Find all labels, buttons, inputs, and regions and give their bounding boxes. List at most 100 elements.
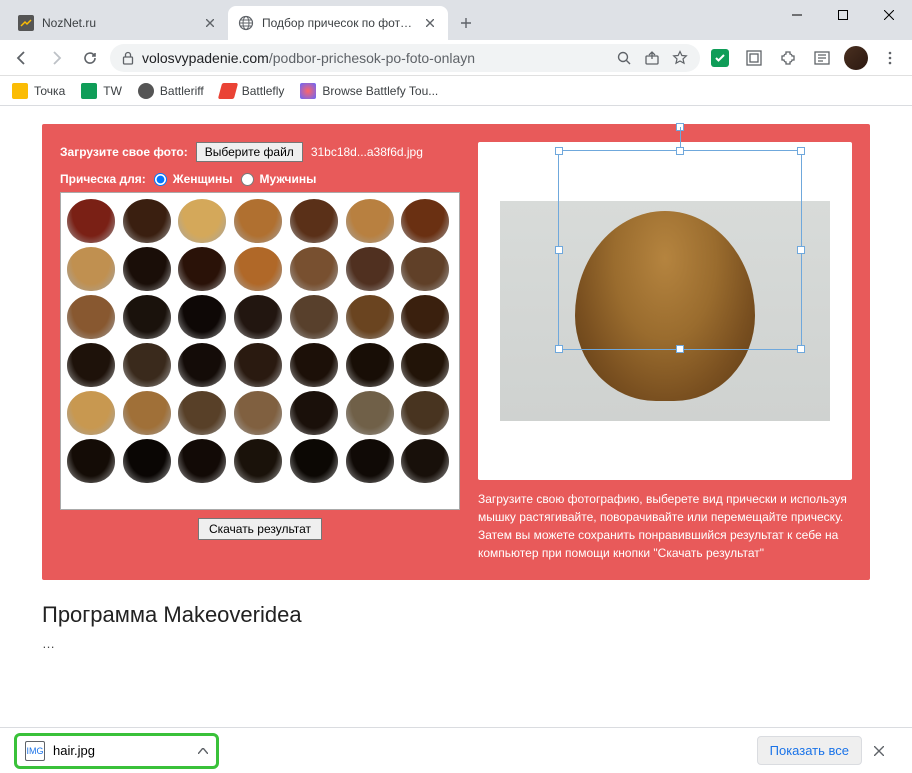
hairstyle-thumbnail[interactable]	[123, 391, 171, 435]
reading-list-icon[interactable]	[808, 44, 836, 72]
window-titlebar: NozNet.ru Подбор причесок по фото онла	[0, 0, 912, 40]
hairstyle-thumbnail[interactable]	[346, 199, 394, 243]
hairstyle-thumbnail[interactable]	[346, 247, 394, 291]
bookmark-item[interactable]: Battlefly	[220, 83, 285, 99]
tab-title: Подбор причесок по фото онла	[262, 16, 414, 30]
choose-file-button[interactable]: Выберите файл	[196, 142, 303, 162]
hairstyle-thumbnail[interactable]	[178, 199, 226, 243]
bookmark-item[interactable]: Browse Battlefy Tou...	[300, 83, 438, 99]
lock-icon	[122, 51, 134, 65]
hairstyle-thumbnail[interactable]	[290, 439, 338, 483]
hairstyle-thumbnail[interactable]	[67, 295, 115, 339]
page-content: Загрузите свое фото: Выберите файл 31bc1…	[0, 106, 912, 727]
hairstyle-thumbnail[interactable]	[234, 439, 282, 483]
hairstyle-thumbnail[interactable]	[401, 199, 449, 243]
hairstyle-thumbnail[interactable]	[234, 247, 282, 291]
hairstyle-thumbnail[interactable]	[401, 439, 449, 483]
hairstyle-thumbnail[interactable]	[178, 391, 226, 435]
forward-button[interactable]	[42, 44, 70, 72]
address-bar[interactable]: volosvypadenie.com/podbor-prichesok-po-f…	[110, 44, 700, 72]
download-bar: IMG hair.jpg Показать все	[0, 727, 912, 773]
hairstyle-thumbnail[interactable]	[178, 343, 226, 387]
tab-close-icon[interactable]	[202, 15, 218, 31]
gender-female-label: Женщины	[173, 172, 233, 186]
tab-favicon	[18, 15, 34, 31]
preview-canvas[interactable]	[478, 142, 852, 480]
gender-male-label: Мужчины	[260, 172, 317, 186]
gender-female-radio[interactable]	[154, 173, 167, 186]
hairstyle-thumbnail[interactable]	[346, 391, 394, 435]
hairstyle-thumbnail[interactable]	[346, 343, 394, 387]
window-controls	[774, 0, 912, 30]
gender-male-radio[interactable]	[241, 173, 254, 186]
gender-row: Прическа для: Женщины Мужчины	[60, 172, 460, 186]
download-item[interactable]: IMG hair.jpg	[14, 733, 219, 769]
hairstyle-thumbnail[interactable]	[290, 343, 338, 387]
hairstyle-thumbnail[interactable]	[178, 439, 226, 483]
tab-title: NozNet.ru	[42, 16, 194, 30]
tab-close-icon[interactable]	[422, 15, 438, 31]
hairstyle-thumbnail[interactable]	[67, 247, 115, 291]
hairstyle-thumbnail[interactable]	[290, 199, 338, 243]
hairstyle-thumbnail[interactable]	[178, 247, 226, 291]
hairstyle-thumbnail[interactable]	[123, 295, 171, 339]
tab-strip: NozNet.ru Подбор причесок по фото онла	[0, 6, 480, 40]
hairstyle-thumbnail[interactable]	[290, 391, 338, 435]
bookmark-item[interactable]: Battleriff	[138, 83, 204, 99]
bookmark-item[interactable]: TW	[81, 83, 122, 99]
minimize-button[interactable]	[774, 0, 820, 30]
maximize-button[interactable]	[820, 0, 866, 30]
download-filename: hair.jpg	[53, 743, 95, 758]
hairstyle-thumbnail[interactable]	[290, 247, 338, 291]
browser-toolbar: volosvypadenie.com/podbor-prichesok-po-f…	[0, 40, 912, 76]
browser-tab[interactable]: NozNet.ru	[8, 6, 228, 40]
hairstyle-thumbnail[interactable]	[346, 295, 394, 339]
hairstyle-thumbnail[interactable]	[123, 439, 171, 483]
browser-tab-active[interactable]: Подбор причесок по фото онла	[228, 6, 448, 40]
hairstyle-thumbnail[interactable]	[67, 439, 115, 483]
hairstyle-thumbnail[interactable]	[67, 199, 115, 243]
hairstyle-thumbnail[interactable]	[346, 439, 394, 483]
gender-label: Прическа для:	[60, 172, 146, 186]
hairstyle-thumbnail[interactable]	[234, 199, 282, 243]
search-in-page-icon[interactable]	[616, 50, 632, 66]
upload-row: Загрузите свое фото: Выберите файл 31bc1…	[60, 142, 460, 162]
hairstyle-thumbnail[interactable]	[234, 343, 282, 387]
selection-box[interactable]	[558, 150, 802, 350]
profile-avatar[interactable]	[842, 44, 870, 72]
hairstyle-thumbnail[interactable]	[401, 343, 449, 387]
reload-button[interactable]	[76, 44, 104, 72]
hairstyle-gallery[interactable]	[60, 192, 460, 510]
extension-adblock-icon[interactable]	[706, 44, 734, 72]
bookmark-item[interactable]: Точка	[12, 83, 65, 99]
instructions-text: Загрузите свою фотографию, выберете вид …	[478, 490, 852, 562]
hairstyle-thumbnail[interactable]	[178, 295, 226, 339]
hairstyle-thumbnail[interactable]	[123, 247, 171, 291]
share-icon[interactable]	[644, 50, 660, 66]
download-result-button[interactable]: Скачать результат	[198, 518, 322, 540]
show-all-downloads-button[interactable]: Показать все	[757, 736, 862, 765]
hairstyle-thumbnail[interactable]	[401, 247, 449, 291]
back-button[interactable]	[8, 44, 36, 72]
hairstyle-thumbnail[interactable]	[290, 295, 338, 339]
hairstyle-app-panel: Загрузите свое фото: Выберите файл 31bc1…	[42, 124, 870, 580]
section-title: Программа Makeoveridea	[42, 602, 870, 628]
hairstyle-thumbnail[interactable]	[234, 391, 282, 435]
hairstyle-thumbnail[interactable]	[67, 343, 115, 387]
hairstyle-thumbnail[interactable]	[67, 391, 115, 435]
hairstyle-thumbnail[interactable]	[123, 343, 171, 387]
extensions-menu-icon[interactable]	[774, 44, 802, 72]
close-window-button[interactable]	[866, 0, 912, 30]
extension-icon[interactable]	[740, 44, 768, 72]
menu-icon[interactable]	[876, 44, 904, 72]
section-body: …	[42, 636, 870, 650]
new-tab-button[interactable]	[452, 9, 480, 37]
chevron-up-icon[interactable]	[198, 748, 208, 754]
bookmarks-bar: Точка TW Battleriff Battlefly Browse Bat…	[0, 76, 912, 106]
hairstyle-thumbnail[interactable]	[401, 295, 449, 339]
close-download-bar-icon[interactable]	[874, 746, 898, 756]
hairstyle-thumbnail[interactable]	[234, 295, 282, 339]
hairstyle-thumbnail[interactable]	[401, 391, 449, 435]
hairstyle-thumbnail[interactable]	[123, 199, 171, 243]
star-icon[interactable]	[672, 50, 688, 66]
